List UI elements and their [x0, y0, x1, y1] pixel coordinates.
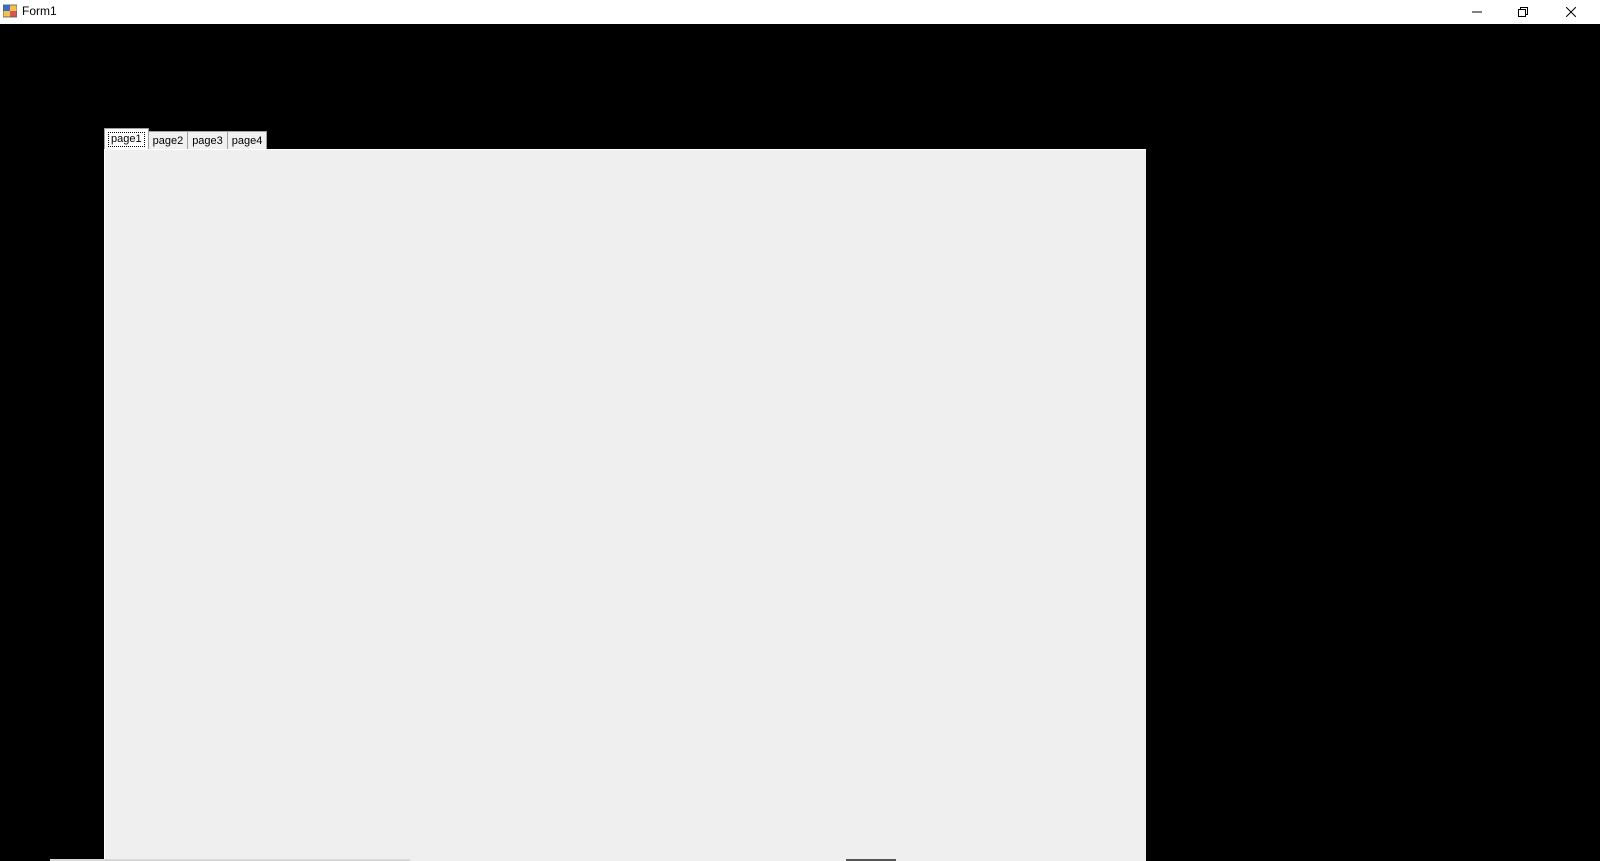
minimize-icon [1472, 11, 1482, 13]
close-button[interactable] [1548, 0, 1594, 24]
restore-button[interactable] [1500, 0, 1546, 24]
tab-label: page1 [108, 131, 145, 147]
tab-label: page2 [152, 134, 184, 147]
window-title: Form1 [22, 4, 57, 18]
tab-page1[interactable]: page1 [104, 128, 149, 149]
tab-page-content [104, 149, 1146, 861]
main-window: Form1 page1 page2 page3 page4 [0, 0, 1600, 861]
tab-strip: page1 page2 page3 page4 [104, 128, 268, 149]
close-icon [1566, 7, 1576, 17]
tab-page4[interactable]: page4 [226, 131, 268, 149]
tab-page3[interactable]: page3 [187, 131, 228, 149]
restore-icon [1518, 7, 1528, 17]
title-bar[interactable]: Form1 [0, 0, 1600, 24]
tab-page2[interactable]: page2 [147, 131, 189, 149]
minimize-button[interactable] [1454, 0, 1500, 24]
tab-label: page4 [231, 134, 263, 147]
tab-label: page3 [192, 134, 223, 147]
app-icon [3, 4, 17, 18]
